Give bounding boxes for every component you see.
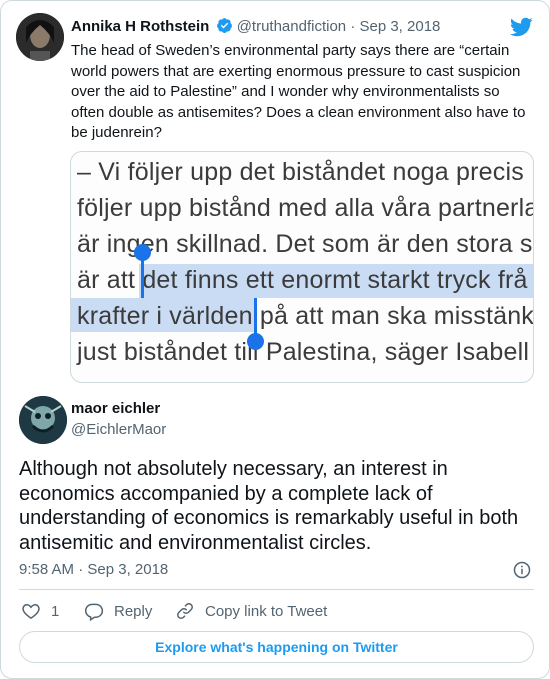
verified-badge-icon [216,18,232,33]
twitter-bird-icon[interactable] [509,15,533,39]
like-button[interactable]: 1 [21,600,59,622]
quoted-author-handle[interactable]: @truthandfiction [237,18,346,35]
reply-icon [84,603,104,621]
info-icon[interactable] [512,560,532,580]
selection-start-cursor [141,256,144,298]
author-handle[interactable]: @EichlerMaor [71,421,166,438]
reply-label: Reply [114,602,153,620]
tweet-text: Although not absolutely necessary, an in… [19,458,519,554]
image-text-line: – Vi följer upp det biståndet noga preci… [77,158,524,186]
like-count: 1 [51,602,60,620]
image-text-line: följer upp bistånd med alla våra partner… [77,194,534,222]
quoted-author-name[interactable]: Annika H Rothstein [71,18,209,35]
quoted-tweet-image[interactable]: – Vi följer upp det biståndet noga preci… [70,151,534,383]
divider [19,589,534,590]
explore-twitter-button[interactable]: Explore what's happening on Twitter [19,631,534,663]
quoted-author-avatar[interactable] [16,13,64,61]
copy-link-button[interactable]: Copy link to Tweet [175,600,327,622]
selection-end-handle[interactable] [247,333,264,350]
selection-start-handle[interactable] [134,244,151,261]
link-icon [177,603,193,619]
embedded-tweet-card: Annika H Rothstein @truthandfiction · Se… [0,0,550,679]
image-text-line: är att det finns ett enormt starkt tryck… [77,266,528,294]
author-avatar[interactable] [19,396,67,444]
image-text-line: just biståndet till Palestina, säger Isa… [77,338,530,366]
quoted-tweet-header: Annika H Rothstein @truthandfiction · Se… [71,17,440,37]
heart-icon [22,603,40,619]
author-name[interactable]: maor eichler [71,400,160,417]
quoted-tweet-text: The head of Sweden’s environmental party… [71,42,526,141]
reply-button[interactable]: Reply [84,600,152,622]
quoted-tweet-date[interactable]: Sep 3, 2018 [359,18,440,35]
separator-dot: · [350,18,356,35]
tweet-timestamp[interactable]: 9:58 AM · Sep 3, 2018 [19,561,168,578]
image-text-line: krafter i världen på att man ska misstän… [77,302,534,330]
copy-link-label: Copy link to Tweet [205,602,328,620]
